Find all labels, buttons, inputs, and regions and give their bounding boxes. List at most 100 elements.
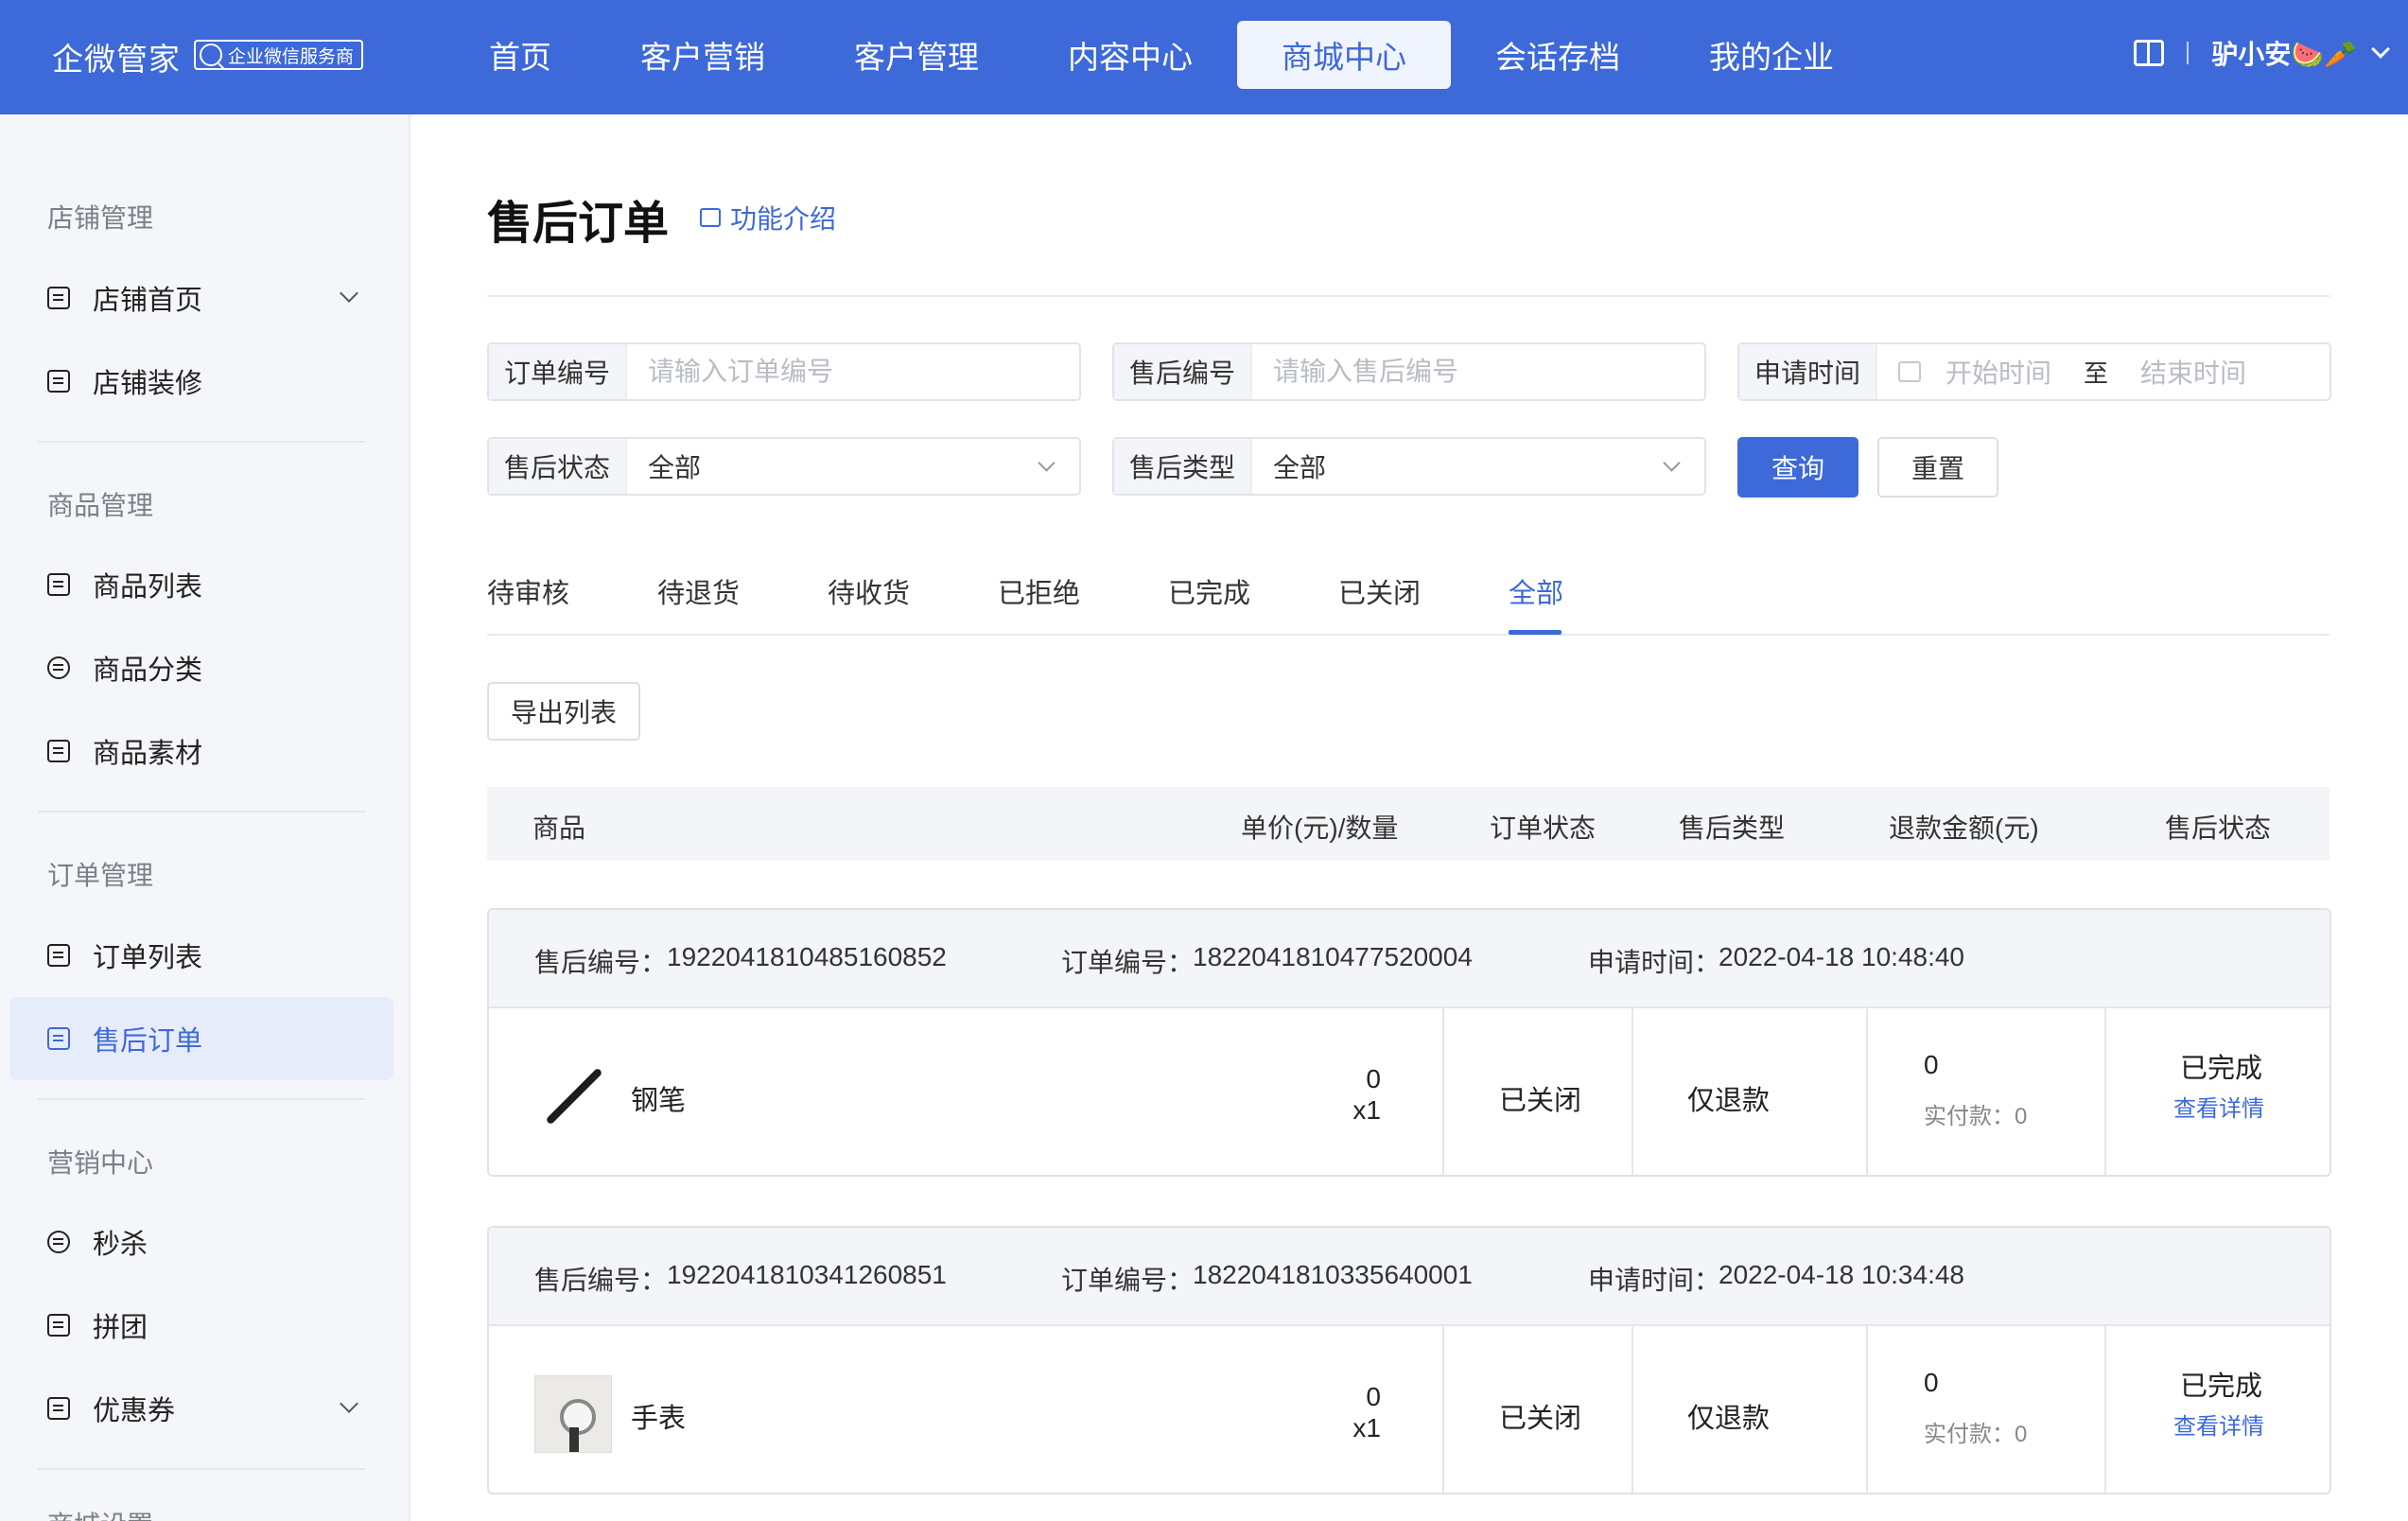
reset-button[interactable]: 重置 [1877, 437, 1998, 498]
chevron-down-icon [340, 284, 358, 303]
nav-content-center[interactable]: 内容中心 [1023, 21, 1237, 89]
flash-icon [47, 1231, 70, 1253]
sidebar-item-label: 店铺首页 [93, 286, 203, 316]
cell-divider [1866, 1326, 1868, 1493]
aftersale-status: 已完成 [2180, 1054, 2263, 1084]
view-details-link[interactable]: 查看详情 [2173, 1407, 2264, 1441]
chevron-down-icon[interactable] [2371, 40, 2390, 59]
wecom-logo-icon [200, 44, 222, 66]
column-header-product: 商品 [532, 813, 586, 843]
sidebar-item-store-decoration[interactable]: 店铺装修 [9, 340, 393, 423]
sidebar-item-product-material[interactable]: 商品素材 [9, 709, 393, 793]
column-header-aftersale-status: 售后状态 [2165, 813, 2272, 843]
status-tabs: 待审核 待退货 待收货 已拒绝 已完成 已关闭 全部 [487, 568, 2329, 636]
nav-my-enterprise[interactable]: 我的企业 [1665, 21, 1878, 89]
chevron-down-icon [340, 1394, 358, 1413]
sidebar-item-product-category[interactable]: 商品分类 [9, 626, 393, 709]
group-buy-icon [47, 1314, 70, 1337]
nav-mall-center[interactable]: 商城中心 [1237, 21, 1451, 89]
sidebar-item-coupon[interactable]: 优惠券 [9, 1367, 393, 1450]
order-card: 售后编号： 1922041810341260851 订单编号： 18220418… [487, 1226, 2331, 1495]
sidebar-item-group-buy[interactable]: 拼团 [9, 1284, 393, 1367]
sidebar-item-label: 店铺装修 [93, 369, 203, 399]
sidebar: 店铺管理 店铺首页 店铺装修 商品管理 商品列表 商品分类 商品素材 订单管理 … [0, 114, 410, 1521]
nav-home[interactable]: 首页 [445, 21, 596, 89]
sidebar-item-label: 优惠券 [93, 1396, 176, 1426]
date-range-separator: 至 [2084, 358, 2109, 388]
store-icon [47, 287, 70, 309]
unit-price: 0 [1366, 1382, 1381, 1411]
top-navigation-bar: 企微管家 企业微信服务商 首页 客户营销 客户管理 内容中心 商城中心 会话存档… [0, 0, 2408, 114]
column-header-refund-amount: 退款金额(元) [1889, 813, 2039, 843]
tab-pending-review[interactable]: 待审核 [487, 571, 569, 611]
aftersale-icon [47, 1027, 70, 1050]
aftersale-status-value: 全部 [648, 453, 702, 482]
unit-price: 0 [1366, 1064, 1381, 1093]
sidebar-item-store-home[interactable]: 店铺首页 [9, 256, 393, 340]
sidebar-item-product-list[interactable]: 商品列表 [9, 543, 393, 626]
service-provider-badge: 企业微信服务商 [194, 40, 364, 70]
aftersale-type: 仅退款 [1687, 1086, 1771, 1116]
order-card-header: 售后编号： 1922041810485160852 订单编号： 18220418… [489, 910, 2329, 1008]
sidebar-divider [38, 1098, 365, 1100]
sidebar-item-label: 售后订单 [93, 1026, 203, 1057]
aftersale-no-value: 1922041810341260851 [667, 1260, 947, 1289]
export-list-button[interactable]: 导出列表 [487, 682, 640, 741]
aftersale-status-select[interactable]: 售后状态 全部 [487, 437, 1081, 496]
aftersale-no-value: 1922041810485160852 [667, 942, 947, 971]
cell-divider [1442, 1326, 1444, 1493]
order-card-header: 售后编号： 1922041810341260851 订单编号： 18220418… [489, 1228, 2329, 1326]
user-name[interactable]: 驴小安🍉🥕 [2211, 34, 2357, 72]
pen-image [534, 1058, 612, 1135]
sidebar-group-title: 营销中心 [47, 1148, 154, 1178]
nav-customer-marketing[interactable]: 客户营销 [596, 21, 810, 89]
sidebar-item-order-list[interactable]: 订单列表 [9, 914, 393, 997]
sidebar-item-flash-sale[interactable]: 秒杀 [9, 1200, 393, 1284]
sidebar-group-title: 店铺管理 [47, 203, 154, 233]
apply-time-value: 2022-04-18 10:48:40 [1719, 942, 1964, 971]
cell-divider [2104, 1008, 2106, 1175]
order-no-value: 1822041810477520004 [1193, 942, 1473, 971]
aftersale-no-input[interactable] [1252, 344, 1704, 399]
sidebar-item-aftersale-orders[interactable]: 售后订单 [9, 997, 393, 1080]
sidebar-item-label: 商品分类 [93, 656, 203, 686]
query-button[interactable]: 查询 [1737, 437, 1858, 498]
nav-session-archive[interactable]: 会话存档 [1451, 21, 1665, 89]
tab-completed[interactable]: 已完成 [1168, 571, 1250, 611]
tab-pending-return[interactable]: 待退货 [657, 571, 740, 611]
apply-time-value: 2022-04-18 10:34:48 [1719, 1260, 1964, 1289]
user-area: 驴小安🍉🥕 [2134, 34, 2390, 72]
order-no-label: 订单编号 [489, 344, 628, 399]
tab-pending-receipt[interactable]: 待收货 [828, 571, 910, 611]
sidebar-group-title: 商城设置 [47, 1505, 153, 1521]
view-details-link[interactable]: 查看详情 [2173, 1090, 2264, 1123]
paid-amount: 实付款：0 [1924, 1422, 2028, 1447]
book-icon[interactable] [2134, 40, 2165, 66]
material-icon [47, 740, 70, 762]
apply-time-label: 申请时间： [1588, 948, 1721, 977]
sidebar-item-label: 秒杀 [93, 1230, 148, 1260]
apply-time-label: 申请时间 [1739, 344, 1878, 399]
nav-customer-management[interactable]: 客户管理 [810, 21, 1023, 89]
tab-all[interactable]: 全部 [1509, 571, 1563, 611]
chevron-down-icon [1038, 453, 1056, 472]
tab-closed[interactable]: 已关闭 [1338, 571, 1421, 611]
end-date-input[interactable]: 结束时间 [2140, 353, 2246, 391]
order-no-input[interactable] [627, 344, 1079, 399]
start-date-input[interactable]: 开始时间 [1946, 353, 2051, 391]
aftersale-type-select[interactable]: 售后类型 全部 [1112, 437, 1706, 496]
sidebar-item-label: 拼团 [93, 1313, 148, 1343]
tab-rejected[interactable]: 已拒绝 [998, 571, 1080, 611]
book-icon [700, 208, 721, 227]
order-status: 已关闭 [1499, 1404, 1582, 1434]
column-header-price-qty: 单价(元)/数量 [1241, 813, 1399, 843]
aftersale-type: 仅退款 [1687, 1404, 1771, 1434]
clipboard-icon [47, 944, 70, 967]
feature-intro-link[interactable]: 功能介绍 [700, 199, 836, 236]
badge-text: 企业微信服务商 [228, 46, 355, 67]
aftersale-type-label: 售后类型 [1114, 439, 1253, 494]
cell-divider [1866, 1008, 1868, 1175]
order-no-label: 订单编号： [1061, 1266, 1195, 1295]
aftersale-status: 已完成 [2180, 1372, 2263, 1402]
apply-time-filter: 申请时间 开始时间 至 结束时间 [1737, 342, 2331, 401]
